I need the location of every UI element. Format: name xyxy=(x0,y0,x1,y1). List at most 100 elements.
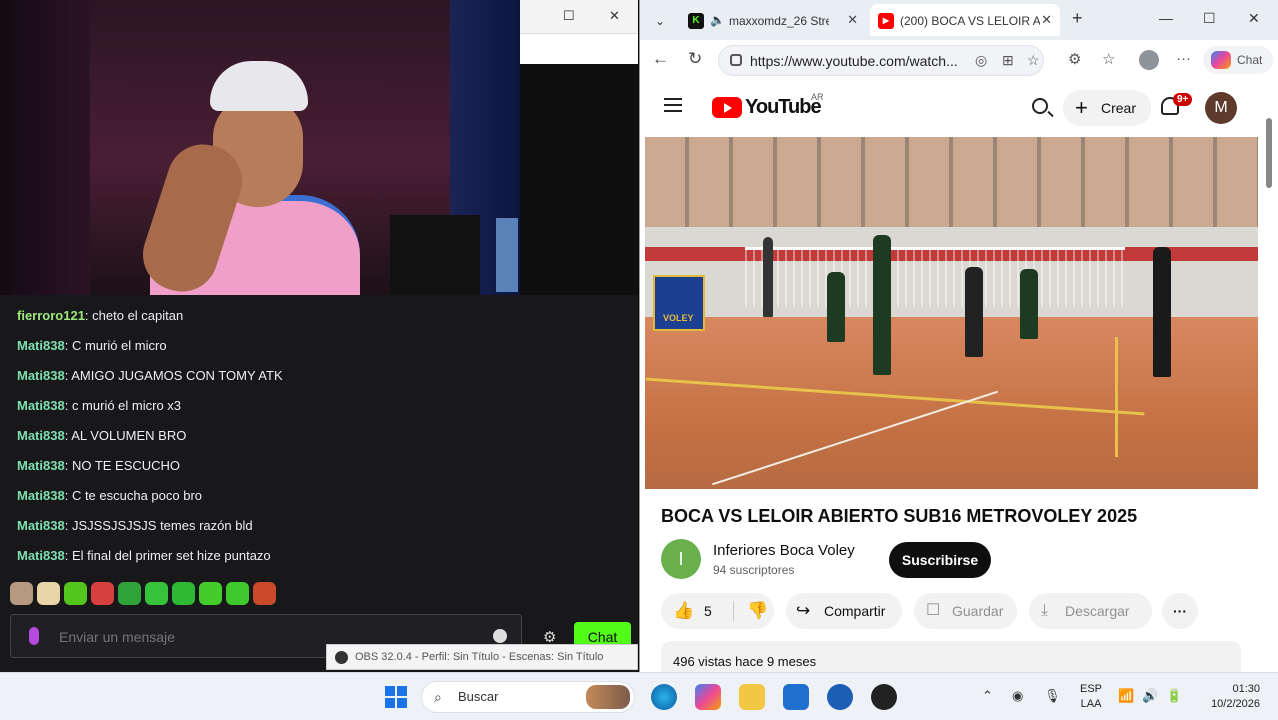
chat-username[interactable]: Mati838 xyxy=(17,518,65,533)
create-label: Crear xyxy=(1101,100,1137,116)
emote-smile[interactable] xyxy=(145,582,168,605)
emote-bar xyxy=(10,582,276,605)
bookmark-icon: ☐ xyxy=(926,602,941,619)
tab-actions-icon[interactable]: ⌄ xyxy=(646,8,674,34)
edge-icon[interactable] xyxy=(651,684,677,710)
show-hidden-icons-icon[interactable]: ⌃ xyxy=(982,688,993,704)
like-icon[interactable]: 👍 xyxy=(673,593,694,629)
input-language[interactable]: ESP LAA xyxy=(1080,682,1102,712)
extensions-icon[interactable]: ⚙ xyxy=(1068,50,1081,68)
like-count: 5 xyxy=(704,603,712,619)
copilot-icon[interactable] xyxy=(695,684,721,710)
page-scrollbar[interactable] xyxy=(1266,118,1272,188)
emote-face[interactable] xyxy=(253,582,276,605)
microphone-icon[interactable]: 🎙 xyxy=(1044,688,1061,704)
download-button[interactable]: ⤓ Descargar xyxy=(1029,593,1152,629)
obs-icon[interactable] xyxy=(871,684,897,710)
address-bar[interactable]: https://www.youtube.com/watch... ◎ ⊞ ☆ xyxy=(718,45,1044,76)
create-button[interactable]: + Crear xyxy=(1063,90,1151,126)
channel-avatar[interactable]: I xyxy=(661,539,701,579)
emote-frog[interactable] xyxy=(118,582,141,605)
tab-youtube[interactable]: ▶ (200) BOCA VS LELOIR ABIERTO ✕ xyxy=(870,4,1060,36)
chat-username[interactable]: Mati838 xyxy=(17,368,65,383)
video-meta: 496 vistas hace 9 meses xyxy=(673,654,817,669)
chat-username[interactable]: Mati838 xyxy=(17,458,65,473)
account-avatar[interactable]: M xyxy=(1205,92,1237,124)
more-actions-button[interactable]: ··· xyxy=(1162,593,1198,629)
security-icon[interactable]: ◉ xyxy=(1012,688,1023,704)
hamburger-menu-icon[interactable] xyxy=(664,98,682,112)
youtube-logo-icon[interactable] xyxy=(712,97,742,118)
save-button[interactable]: ☐ Guardar xyxy=(914,593,1017,629)
youtube-header: YouTube AR + Crear 9+ M xyxy=(640,80,1278,136)
minimize-icon[interactable]: — xyxy=(1159,10,1173,26)
video-description[interactable]: 496 vistas hace 9 meses xyxy=(661,641,1241,672)
background-poster xyxy=(496,218,518,292)
share-button[interactable]: ↪ Compartir xyxy=(786,593,902,629)
boca-voley-banner: VOLEY xyxy=(653,275,705,331)
windows-start-icon[interactable] xyxy=(385,686,407,708)
youtube-logo-text[interactable]: YouTube xyxy=(745,96,822,119)
chat-username[interactable]: Mati838 xyxy=(17,338,65,353)
more-menu-icon[interactable]: ··· xyxy=(1176,50,1191,67)
store-icon[interactable] xyxy=(783,684,809,710)
chat-username[interactable]: Mati838 xyxy=(17,398,65,413)
emoji-icon[interactable] xyxy=(493,629,507,643)
region-label: AR xyxy=(811,92,824,102)
chat-message: Mati838: AMIGO JUGAMOS CON TOMY ATK xyxy=(17,368,283,383)
chat-message: Mati838: NO TE ESCUCHO xyxy=(17,458,181,473)
download-icon: ⤓ xyxy=(1041,602,1049,619)
chat-username[interactable]: fierroro121 xyxy=(17,308,85,323)
wifi-icon[interactable]: 📶 xyxy=(1118,688,1134,704)
taskbar-search[interactable]: ⌕ Buscar xyxy=(421,681,635,713)
favorites-icon[interactable]: ☆ xyxy=(1102,50,1115,68)
close-tab-icon[interactable]: ✕ xyxy=(1041,4,1052,36)
site-info-icon[interactable] xyxy=(730,54,742,66)
close-icon[interactable]: ✕ xyxy=(609,8,620,24)
chat-username[interactable]: Mati838 xyxy=(17,488,65,503)
microphone-icon[interactable] xyxy=(29,627,39,645)
background-curtain xyxy=(0,0,90,295)
emote-anime[interactable] xyxy=(37,582,60,605)
chat-message: Mati838: C te escucha poco bro xyxy=(17,488,203,503)
profile-icon[interactable] xyxy=(1139,50,1159,70)
refresh-icon[interactable]: ↻ xyxy=(688,49,702,69)
maximize-icon[interactable]: ☐ xyxy=(1203,10,1216,27)
favorite-star-icon[interactable]: ☆ xyxy=(1027,52,1040,69)
copilot-button[interactable]: Chat xyxy=(1203,46,1273,74)
outlook-icon[interactable] xyxy=(827,684,853,710)
volume-icon[interactable]: 🔊 xyxy=(1142,688,1158,704)
emote-angry[interactable] xyxy=(91,582,114,605)
dislike-icon[interactable]: 👎 xyxy=(747,593,768,629)
emote-blob[interactable] xyxy=(226,582,249,605)
close-tab-icon[interactable]: ✕ xyxy=(847,4,858,36)
split-screen-icon[interactable]: ⊞ xyxy=(1002,52,1014,69)
new-tab-icon[interactable]: + xyxy=(1072,8,1083,29)
subscribe-button[interactable]: Suscribirse xyxy=(889,542,991,578)
file-explorer-icon[interactable] xyxy=(739,684,765,710)
battery-icon[interactable]: 🔋 xyxy=(1166,688,1182,704)
emote-wink[interactable] xyxy=(172,582,195,605)
video-player-figure xyxy=(1020,269,1038,339)
close-window-icon[interactable]: ✕ xyxy=(1248,10,1260,27)
chat-username[interactable]: Mati838 xyxy=(17,548,65,563)
search-icon[interactable] xyxy=(1032,98,1048,114)
back-icon[interactable]: ← xyxy=(652,49,669,69)
copilot-label: Chat xyxy=(1237,53,1263,67)
tab-stream[interactable]: K 🔈maxxomdz_26 Stream ✕ xyxy=(680,4,866,36)
video-player[interactable]: VOLEY xyxy=(645,137,1258,489)
emote-cat[interactable] xyxy=(10,582,33,605)
emote-cup[interactable] xyxy=(64,582,87,605)
speaker-icon[interactable]: 🔈 xyxy=(710,13,725,27)
chat-message: Mati838: C murió el micro xyxy=(17,338,167,353)
chat-username[interactable]: Mati838 xyxy=(17,428,65,443)
reader-icon[interactable]: ◎ xyxy=(975,52,987,69)
system-clock[interactable]: 01:30 10/2/2026 xyxy=(1200,682,1260,712)
copilot-icon xyxy=(1211,51,1231,69)
background-window-toolbar: A⁴ xyxy=(520,33,638,86)
emote-grin[interactable] xyxy=(199,582,222,605)
obs-tooltip-text: OBS 32.0.4 - Perfil: Sin Título - Escena… xyxy=(355,651,604,663)
chat-text: c murió el micro x3 xyxy=(71,398,182,413)
channel-name[interactable]: Inferiores Boca Voley xyxy=(713,542,855,559)
maximize-icon[interactable]: ☐ xyxy=(563,8,575,24)
